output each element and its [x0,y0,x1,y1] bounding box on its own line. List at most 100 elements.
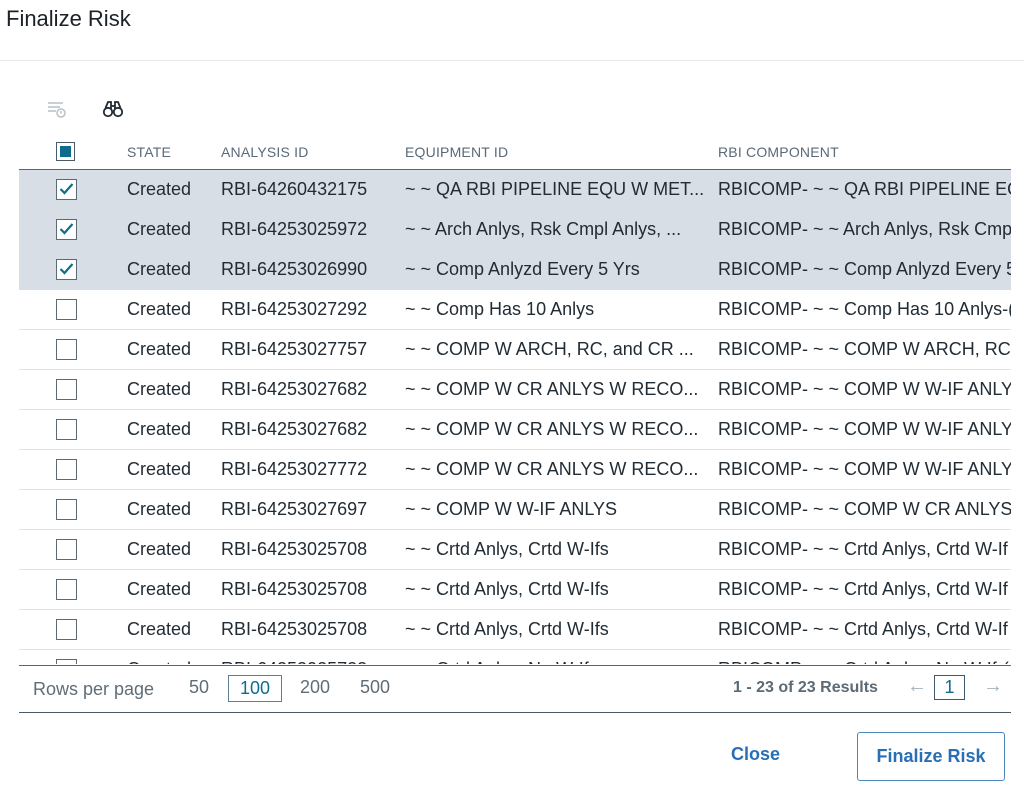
filter-clock-icon[interactable] [46,98,68,120]
table-row[interactable]: Created RBI-64253026990 ~ ~ Comp Anlyzd Ev… [19,250,1011,290]
cell-rbi-component: RBICOMP- ~ ~ COMP W W-IF ANLYS [718,419,1011,439]
cell-rbi-component: RBICOMP- ~ ~ Crtd Anlys, Crtd W-If [718,579,1008,599]
cell-analysis-id[interactable]: RBI-64253027682 [221,379,391,400]
prev-page-arrow-icon[interactable]: ← [907,675,927,698]
row-checkbox[interactable] [56,219,77,240]
row-checkbox[interactable] [56,499,77,520]
table-row[interactable]: Created RBI-64253027292 ~ ~ Comp Has 10 An… [19,290,1011,330]
select-all-checkbox[interactable] [56,142,75,161]
column-header-state[interactable]: STATE [127,144,171,160]
table-row[interactable]: Created RBI-64253025708 ~ ~ Crtd Anlys, Cr… [19,530,1011,570]
column-header-rbi-component[interactable]: RBI COMPONENT [718,144,839,160]
cell-equipment-id: ~ ~ Crtd Anlys, No W-If [405,659,705,664]
cell-analysis-id[interactable]: RBI-64260432175 [221,179,391,200]
cell-analysis-id[interactable]: RBI-64253027682 [221,419,391,440]
rows-per-page-option-50[interactable]: 50 [189,677,209,698]
rows-per-page-option-100[interactable]: 100 [228,675,283,702]
cell-equipment-id: ~ ~ COMP W CR ANLYS W RECO... [405,459,699,479]
dialog-title: Finalize Risk [6,6,131,31]
cell-equipment-id: ~ ~ Crtd Anlys, Crtd W-Ifs [405,579,609,599]
table-row[interactable]: Created RBI-64253025708 ~ ~ Crtd Anlys, Cr… [19,610,1011,650]
column-header-analysis-id[interactable]: ANALYSIS ID [221,144,309,160]
title-divider [0,60,1024,61]
rows-per-page-option-200[interactable]: 200 [300,677,330,698]
cell-state: Created [127,499,192,519]
cell-rbi-component: RBICOMP- ~ ~ COMP W W-IF ANLYS [718,459,1011,479]
row-checkbox[interactable] [56,259,77,280]
cell-equipment-id: ~ ~ COMP W W-IF ANLYS [405,499,618,519]
cell-rbi-component: RBICOMP- ~ ~ COMP W ARCH, RC, a [718,339,1011,359]
table-row[interactable]: Created RBI-64253027772 ~ ~ COMP W CR ANLY… [19,450,1011,490]
cell-state: Created [127,459,192,479]
cell-analysis-id[interactable]: RBI-64253025723 [221,659,391,664]
cell-state: Created [127,379,192,399]
cell-equipment-id: ~ ~ QA RBI PIPELINE EQU W MET... [405,179,705,199]
cell-analysis-id[interactable]: RBI-64253027772 [221,459,391,480]
table-row[interactable]: Created RBI-64253025723 ~ ~ Crtd Anlys, No… [19,650,1011,664]
cell-state: Created [127,259,192,279]
cell-analysis-id[interactable]: RBI-64253026990 [221,259,391,280]
cell-equipment-id: ~ ~ Comp Has 10 Anlys [405,299,595,319]
table-row[interactable]: Created RBI-64253027757 ~ ~ COMP W ARCH, R… [19,330,1011,370]
cell-analysis-id[interactable]: RBI-64253025972 [221,219,391,240]
results-count: 1 - 23 of 23 Results [733,679,878,696]
row-checkbox[interactable] [56,539,77,560]
row-checkbox[interactable] [56,299,77,320]
table-row[interactable]: Created RBI-64253027697 ~ ~ COMP W W-IF AN… [19,490,1011,530]
row-checkbox[interactable] [56,659,77,664]
grid-header: STATE ANALYSIS ID EQUIPMENT ID RBI COMPO… [19,138,1011,170]
row-checkbox[interactable] [56,579,77,600]
cell-rbi-component: RBICOMP- ~ ~ QA RBI PIPELINE EQU [718,179,1011,199]
cell-state: Created [127,219,192,239]
current-page-input[interactable]: 1 [934,675,965,700]
cell-analysis-id[interactable]: RBI-64253027757 [221,339,391,360]
cell-rbi-component: RBICOMP- ~ ~ Arch Anlys, Rsk Cmp [718,219,1011,239]
cell-equipment-id: ~ ~ COMP W CR ANLYS W RECO... [405,419,699,439]
cell-rbi-component: RBICOMP- ~ ~ Crtd Anlys, Crtd W-If [718,619,1008,639]
row-checkbox[interactable] [56,619,77,640]
cell-analysis-id[interactable]: RBI-64253025708 [221,619,391,640]
checkmark-icon [59,183,74,195]
cell-equipment-id: ~ ~ Crtd Anlys, Crtd W-Ifs [405,539,609,559]
cell-rbi-component: RBICOMP- ~ ~ Comp Has 10 Anlys-( [718,299,1011,319]
cell-state: Created [127,419,192,439]
cell-equipment-id: ~ ~ Crtd Anlys, Crtd W-Ifs [405,619,609,639]
cell-equipment-id: ~ ~ COMP W ARCH, RC, and CR ... [405,339,694,359]
table-row[interactable]: Created RBI-64253025972 ~ ~ Arch Anlys, Rs… [19,210,1011,250]
row-checkbox[interactable] [56,419,77,440]
cell-state: Created [127,339,192,359]
cell-rbi-component: RBICOMP- ~ ~ COMP W W-IF ANLYS [718,379,1011,399]
table-row[interactable]: Created RBI-64253027682 ~ ~ COMP W CR ANLY… [19,370,1011,410]
table-row[interactable]: Created RBI-64253025708 ~ ~ Crtd Anlys, Cr… [19,570,1011,610]
table-row[interactable]: Created RBI-64260432175 ~ ~ QA RBI PIPELIN… [19,170,1011,210]
binoculars-icon[interactable] [102,98,124,120]
cell-state: Created [127,619,192,639]
cell-analysis-id[interactable]: RBI-64253025708 [221,579,391,600]
row-checkbox[interactable] [56,459,77,480]
cell-state: Created [127,299,192,319]
rows-per-page-label: Rows per page [33,679,155,699]
checkmark-icon [59,263,74,275]
close-button[interactable]: Close [731,744,780,765]
finalize-risk-button[interactable]: Finalize Risk [857,732,1005,781]
cell-rbi-component: RBICOMP- ~ ~ Crtd Anlys, Crtd W-If [718,539,1008,559]
cell-equipment-id: ~ ~ Comp Anlyzd Every 5 Yrs [405,259,640,279]
cell-rbi-component: RBICOMP- ~ ~ Crtd Anlys, No W-If-( [718,659,1011,664]
cell-rbi-component: RBICOMP- ~ ~ Comp Anlyzd Every 5 [718,259,1011,279]
column-header-equipment-id[interactable]: EQUIPMENT ID [405,144,508,160]
next-page-arrow-icon[interactable]: → [983,675,1003,698]
cell-analysis-id[interactable]: RBI-64253027292 [221,299,391,320]
cell-analysis-id[interactable]: RBI-64253027697 [221,499,391,520]
row-checkbox[interactable] [56,339,77,360]
results-grid: STATE ANALYSIS ID EQUIPMENT ID RBI COMPO… [19,138,1011,664]
cell-rbi-component: RBICOMP- ~ ~ COMP W CR ANLYS V [718,499,1011,519]
cell-state: Created [127,179,192,199]
row-checkbox[interactable] [56,179,77,200]
checkmark-icon [59,223,74,235]
cell-state: Created [127,659,207,664]
row-checkbox[interactable] [56,379,77,400]
grid-body: Created RBI-64260432175 ~ ~ QA RBI PIPELIN… [19,170,1011,664]
rows-per-page-option-500[interactable]: 500 [360,677,390,698]
table-row[interactable]: Created RBI-64253027682 ~ ~ COMP W CR ANLY… [19,410,1011,450]
cell-analysis-id[interactable]: RBI-64253025708 [221,539,391,560]
